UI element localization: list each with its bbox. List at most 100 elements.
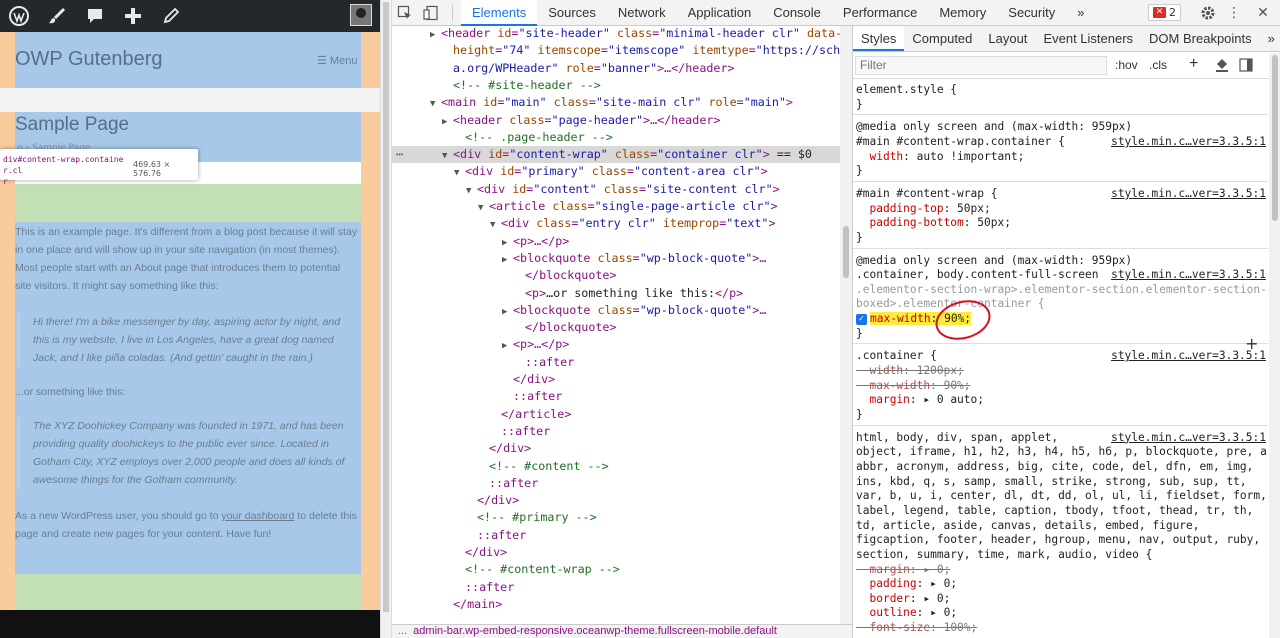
css-rule-line[interactable]: object, iframe, h1, h2, h3, h4, h5, h6, … [856,445,1274,460]
dom-node-line[interactable]: </blockquote> [392,267,852,284]
tab-memory[interactable]: Memory [928,0,997,26]
tab-performance[interactable]: Performance [832,0,928,26]
css-rule-line[interactable]: label, legend, table, caption, tbody, tf… [856,504,1253,519]
breadcrumb-ellipsis[interactable]: ... [398,625,407,637]
css-rule-line[interactable]: .elementor-section-wrap>.elementor-secti… [856,283,1267,298]
dom-node-line[interactable]: ▶ <header id="site-header" class="minimal… [392,26,852,42]
css-declaration[interactable]: padding-top: 50px; [856,202,990,217]
menu-toggle[interactable]: ☰ Menu [317,54,357,67]
styles-scrollbar[interactable] [1269,53,1280,638]
stylesheet-source-link[interactable]: style.min.c…ver=3.3.5:1 [1111,431,1266,446]
css-rule-line[interactable]: abbr, acronym, address, big, cite, code,… [856,460,1253,475]
dom-node-line[interactable]: ▶ <header class="page-header">…</header> [392,112,852,129]
hover-state-toggle[interactable]: :hov [1115,58,1138,72]
comments-icon[interactable] [76,0,114,32]
css-rule-line[interactable]: } [856,231,863,246]
dom-node-line[interactable]: </div> [392,544,852,561]
css-rule-line[interactable]: html, body, div, span, applet, [856,431,1058,446]
customize-brush-icon[interactable] [38,0,76,32]
scrollbar-thumb[interactable] [1272,55,1278,221]
edit-pencil-icon[interactable] [152,0,190,32]
dom-node-line[interactable]: <!-- #content --> [392,458,852,475]
stylesheet-source-link[interactable]: style.min.c…ver=3.3.5:1 [1111,349,1266,364]
css-declaration[interactable]: outline: ▸ 0; [856,606,957,621]
dom-node-line[interactable]: </div> [392,492,852,509]
tab-elements[interactable]: Elements [461,0,538,26]
dom-node-line[interactable]: ▼ <div id="content" class="site-content c… [392,181,852,198]
css-rule-line[interactable]: element.style { [856,83,957,98]
css-rule-line[interactable]: } [856,408,863,423]
tab-sources[interactable]: Sources [537,0,607,26]
add-property-plus-icon[interactable]: + [1245,334,1258,353]
stylesheet-source-link[interactable]: style.min.c…ver=3.3.5:1 [1111,268,1266,283]
css-rule-line[interactable]: font-size: 100%; [856,621,977,636]
inspect-element-icon[interactable] [392,0,418,26]
dom-node-line[interactable]: a.org/WPHeader" role="banner">…</header> [392,60,852,77]
stylesheet-source-link[interactable]: style.min.c…ver=3.3.5:1 [1111,187,1266,202]
error-counter[interactable]: ✕ 2 [1148,4,1181,21]
tab-computed[interactable]: Computed [904,26,980,51]
pane-scrollbar[interactable] [380,0,392,638]
scrollbar-thumb[interactable] [843,226,849,278]
css-rule-line[interactable]: @media only screen and (max-width: 959px… [856,120,1132,135]
dom-node-line[interactable]: </main> [392,596,852,613]
css-rule-line[interactable]: .container { [856,349,937,364]
dom-node-line[interactable]: ::after [392,579,852,596]
paint-bucket-icon[interactable] [1215,58,1229,75]
tab-event-listeners[interactable]: Event Listeners [1035,26,1141,51]
dom-breadcrumb[interactable]: ... admin-bar.wp-embed-responsive.oceanwp… [392,624,852,638]
dom-node-line[interactable]: ▶ <p>…</p> [392,233,852,250]
close-icon[interactable]: ✕ [1250,0,1276,26]
tab-application[interactable]: Application [677,0,763,26]
css-declaration[interactable]: border: ▸ 0; [856,592,950,607]
property-checkbox[interactable]: ✓ [856,313,867,325]
dom-node-line[interactable]: ▼ <article class="single-page-article clr… [392,198,852,215]
breadcrumb-body[interactable]: admin-bar.wp-embed-responsive.oceanwp-th… [413,625,777,637]
more-vert-icon[interactable]: ⋮ [1221,0,1247,26]
css-rule-line[interactable]: ins, kbd, q, s, samp, small, strike, str… [856,475,1247,490]
stylesheet-source-link[interactable]: style.min.c…ver=3.3.5:1 [1111,135,1266,150]
new-rule-plus-icon[interactable]: + [1189,55,1198,73]
new-plus-icon[interactable] [114,0,152,32]
css-rule-line[interactable]: #main #content-wrap.container { [856,135,1065,150]
dom-node-line[interactable]: ::after [392,423,852,440]
tab-network[interactable]: Network [607,0,677,26]
tab-dom-breakpoints[interactable]: DOM Breakpoints [1141,26,1260,51]
css-rule-line[interactable]: var, b, u, i, center, dl, dt, dd, ol, ul… [856,489,1267,504]
css-rule-line[interactable]: margin: ▸ 0; [856,563,950,578]
css-rule-line[interactable]: #main #content-wrap { [856,187,997,202]
css-rule-line[interactable]: } [856,327,863,342]
dom-node-line[interactable]: </div> [392,371,852,388]
dom-node-line[interactable]: ::after [392,527,852,544]
dom-node-line[interactable]: ::after [392,354,852,371]
dom-node-line[interactable]: ▼ <div id="primary" class="content-area c… [392,163,852,180]
device-toolbar-icon[interactable] [418,0,444,26]
dom-node-line[interactable]: ▶ <p>…</p> [392,336,852,353]
css-rule-line[interactable]: } [856,98,863,113]
dom-node-line[interactable]: ▼ <div class="entry clr" itemprop="text"> [392,215,852,232]
wordpress-icon[interactable] [0,0,38,32]
dom-node-line[interactable]: <!-- #primary --> [392,509,852,526]
tab-styles[interactable]: Styles [853,26,905,51]
css-rule-line[interactable]: @media only screen and (max-width: 959px… [856,254,1132,269]
dom-node-line[interactable]: </div> [392,440,852,457]
scrollbar-thumb[interactable] [383,2,389,612]
dom-node-line[interactable]: <!-- #content-wrap --> [392,561,852,578]
css-rule-line[interactable]: max-width: 90%; [856,379,970,394]
css-rule-line[interactable]: section, summary, time, mark, audio, vid… [856,548,1152,563]
dom-node-line[interactable]: ::after [392,475,852,492]
site-title[interactable]: OWP Gutenberg [15,48,162,71]
css-rule-line[interactable]: figcaption, footer, header, hgroup, menu… [856,533,1260,548]
dom-node-line[interactable]: ▶ <blockquote class="wp-block-quote">… [392,250,852,267]
css-rule-line[interactable]: td, article, aside, canvas, details, emb… [856,519,1200,534]
class-toggle[interactable]: .cls [1149,58,1167,72]
dom-node-line[interactable]: <!-- #site-header --> [392,77,852,94]
dom-node-line[interactable]: ::after [392,388,852,405]
dom-node-line[interactable]: ▼ <div id="content-wrap" class="container… [392,146,852,164]
css-declaration[interactable]: padding-bottom: 50px; [856,216,1010,231]
tab-console[interactable]: Console [762,0,832,26]
computed-sidebar-icon[interactable] [1239,58,1253,75]
styles-filter-input[interactable]: Filter [855,56,1107,75]
avatar[interactable] [350,4,372,26]
more-subtabs-button[interactable]: » [1260,26,1280,51]
